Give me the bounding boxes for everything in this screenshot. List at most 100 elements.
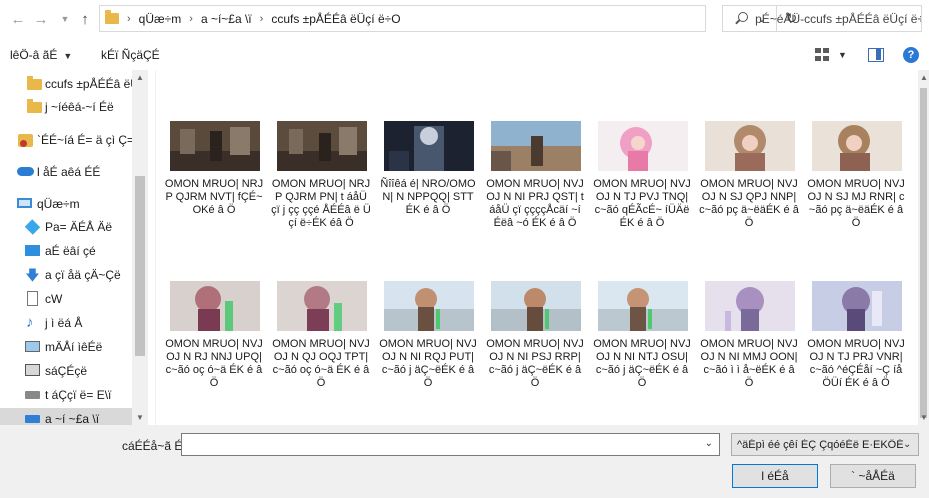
file-tile[interactable]: OMON MRUO| NVJ OJ N TJ PVJ TNQ| c~ãó qÉÃ… (588, 121, 694, 241)
chevron-down-icon[interactable]: ▼ (838, 50, 847, 60)
nav-item-label: Pa= ÄÉÅ Äë (45, 220, 113, 234)
nav-item-label: aÉ ëâí çé (45, 244, 96, 258)
file-tile[interactable]: OMON MRUO| NVJ OJ N NI NTJ OSU| c~ãó j ä… (588, 281, 694, 401)
chevron-down-icon: ▼ (63, 51, 73, 61)
pc-icon (17, 198, 32, 208)
nav-item-label: a çï åä çÄ~Çë (45, 268, 121, 282)
address-bar[interactable]: › qÜæ÷m › a ~í~£a \ï › ccufs ±pÅÉÉâ ëÜçí… (99, 5, 797, 32)
nav-item-label: t áÇçï ë= E\ï (45, 388, 112, 402)
folder-icon (27, 99, 42, 113)
scrollbar-thumb[interactable] (920, 88, 927, 418)
nav-item-onedrive[interactable]: l åÉ aêá ÉÉ (0, 161, 132, 183)
nav-item-label: j ì ëá Å (45, 316, 83, 330)
content-scrollbar[interactable]: ▲ ▼ (918, 70, 929, 425)
new-folder-button[interactable]: kÉï ÑçäÇÉ (101, 48, 160, 62)
organize-button[interactable]: lêÖ-â ãÉ ▼ (10, 48, 72, 62)
open-button[interactable]: l éÉå (732, 464, 818, 488)
nav-item-label: a ~í ~£a \ï (45, 412, 100, 425)
file-type-value: ^äÉpì éé çêí ÉÇ ÇqóéÉë E·EKÖÉÖKOÖEKÉ (737, 438, 903, 451)
image-thumbnail (384, 121, 474, 171)
file-tile[interactable]: OMON MRUO| NVJ OJ N SJ QPJ NNP| c~ãó pç … (695, 121, 801, 241)
videos-icon (25, 364, 40, 376)
nav-item-drive[interactable]: a ~í ~£a \ï (0, 408, 132, 425)
recent-locations-button[interactable]: ▼ (55, 9, 75, 29)
drive-icon (25, 391, 40, 399)
nav-item-this-pc[interactable]: qÜæ÷m (0, 193, 132, 215)
file-tile[interactable]: Ñîîêá é| NRO/OMON| N NPPQQ| STT ÉK é â Ö (374, 121, 480, 241)
file-name: OMON MRUO| NVJ OJ N NI MMJ OON| c~ãó ì ì… (700, 338, 798, 389)
file-name: OMON MRUO| NVJ OJ N TJ PRJ VNR| c~ãó ^éÇ… (807, 338, 905, 389)
file-name: OMON MRUO| NVJ OJ N QJ OQJ TPT| c~ãó oç … (272, 338, 370, 389)
file-name: OMON MRUO| NVJ OJ N SJ QPJ NNP| c~ãó pç … (699, 178, 799, 229)
image-thumbnail (705, 121, 795, 171)
file-list: OMON MRUO| NRJP QJRM NVT| fÇÉ~ OKé â Ö O… (160, 70, 918, 425)
nav-item-folder[interactable]: j ~íéêá-~í Éë (0, 96, 132, 118)
nav-item-documents[interactable]: cW (0, 288, 132, 310)
file-name-input[interactable]: ⌄ (181, 433, 720, 456)
chevron-down-icon: ⌄ (903, 439, 912, 450)
3d-objects-icon (24, 219, 41, 235)
breadcrumb-item[interactable]: ccufs ±pÅÉÉâ ëÜçí ë÷O (271, 12, 400, 26)
drive-icon (25, 415, 40, 423)
scroll-up-icon[interactable]: ▲ (136, 73, 144, 82)
nav-item-3d-objects[interactable]: Pa= ÄÉÅ Äë (0, 216, 132, 238)
file-tile[interactable]: OMON MRUO| NRJP QJRM NVT| fÇÉ~ OKé â Ö (160, 121, 266, 241)
file-tile[interactable]: OMON MRUO| NVJ OJ N SJ MJ RNR| c~ãó pç ä… (802, 121, 908, 241)
pane-divider[interactable] (155, 70, 156, 425)
image-thumbnail (812, 121, 902, 171)
file-name: OMON MRUO| NVJ OJ N RJ NNJ UPQ| c~ãó oç … (165, 338, 263, 389)
dialog-footer: cáÉÉå~ã É\ ⌄ ^äÉpì éé çêí ÉÇ ÇqóéÉë E·EK… (0, 425, 929, 498)
nav-item-pictures[interactable]: mÄÅí ìêÉë (0, 336, 132, 358)
file-tile[interactable]: OMON MRUO| NVJ OJ N QJ OQJ TPT| c~ãó oç … (267, 281, 373, 401)
cancel-button[interactable]: ` ~åÅÉä (830, 464, 916, 488)
view-options-icon[interactable] (815, 48, 831, 62)
nav-item-label: mÄÅí ìêÉë (45, 340, 103, 354)
help-icon[interactable]: ? (903, 47, 919, 63)
file-tile[interactable]: OMON MRUO| NVJ OJ N NI PSJ RRP| c~ãó j ä… (481, 281, 587, 401)
toolbar: lêÖ-â ãÉ ▼ kÉï ÑçäÇÉ (0, 40, 929, 70)
folder-icon (27, 76, 42, 90)
scroll-up-icon[interactable]: ▲ (920, 73, 928, 82)
chevron-right-icon: › (189, 12, 193, 25)
nav-scrollbar[interactable]: ▲ ▼ (132, 70, 148, 425)
scrollbar-thumb[interactable] (135, 176, 145, 356)
file-name: OMON MRUO| NRJP QJRM PN| t áåÜ çï j çç ç… (271, 178, 371, 229)
image-thumbnail (384, 281, 474, 331)
chevron-down-icon[interactable]: ⌄ (705, 438, 713, 449)
file-type-select[interactable]: ^äÉpì éé çêí ÉÇ ÇqóéÉë E·EKÖÉÖKOÖEKÉ ⌄ (731, 433, 919, 456)
nav-item-videos[interactable]: sáÇÉçë (0, 360, 132, 382)
file-tile[interactable]: OMON MRUO| NVJ OJ N TJ PRJ VNR| c~ãó ^éÇ… (802, 281, 908, 411)
nav-item-label: ccufs ±pÅÉÉâ ëÜç (45, 77, 145, 91)
nav-item-desktop[interactable]: aÉ ëâí çé (0, 240, 132, 262)
music-icon: ♪ (26, 314, 34, 331)
file-tile[interactable]: OMON MRUO| NVJ OJ N NI RQJ PUT| c~ãó j ä… (374, 281, 480, 401)
file-name: OMON MRUO| NVJ OJ N NI PRJ QST| t áåÜ çï… (486, 178, 584, 229)
scroll-down-icon[interactable]: ▼ (920, 413, 928, 422)
breadcrumb-item[interactable]: a ~í~£a \ï (201, 12, 252, 26)
nav-item-downloads[interactable]: 🡇 a çï åä çÄ~Çë (0, 264, 132, 286)
new-folder-label: kÉï ÑçäÇÉ (101, 48, 160, 62)
nav-item-onenote[interactable]: `ÉÉ~íá É= ä çì Ç=ç â (0, 129, 148, 151)
nav-item-music[interactable]: ♪ j ì ëá Å (0, 312, 132, 334)
breadcrumb-item[interactable]: qÜæ÷m (139, 12, 182, 26)
forward-button[interactable]: → (31, 9, 51, 29)
file-tile[interactable]: OMON MRUO| NVJ OJ N RJ NNJ UPQ| c~ãó oç … (160, 281, 266, 401)
image-thumbnail (598, 121, 688, 171)
file-tile[interactable]: OMON MRUO| NVJ OJ N NI PRJ QST| t áåÜ çï… (481, 121, 587, 241)
nav-item-label: cW (45, 292, 63, 306)
up-button[interactable]: ↑ (75, 9, 95, 29)
image-thumbnail (705, 281, 795, 331)
back-button[interactable]: ← (8, 9, 28, 29)
file-tile[interactable]: OMON MRUO| NVJ OJ N NI MMJ OON| c~ãó ì ì… (695, 281, 801, 401)
nav-item-folder[interactable]: ccufs ±pÅÉÉâ ëÜç (0, 73, 145, 95)
onedrive-icon (17, 167, 34, 176)
scroll-down-icon[interactable]: ▼ (136, 413, 144, 422)
desktop-icon (25, 245, 40, 256)
pictures-icon (25, 341, 40, 352)
onenote-icon (18, 134, 33, 147)
nav-item-drive[interactable]: t áÇçï ë= E\ï (0, 384, 132, 406)
search-input[interactable]: pÉ~éÅÜ-ccufs ±pÅÉÉâ ëÜçí ë÷O (722, 5, 922, 32)
file-tile[interactable]: OMON MRUO| NRJP QJRM PN| t áåÜ çï j çç ç… (267, 121, 373, 241)
preview-pane-icon[interactable] (868, 48, 884, 62)
file-name: OMON MRUO| NRJP QJRM NVT| fÇÉ~ OKé â Ö (164, 178, 264, 216)
